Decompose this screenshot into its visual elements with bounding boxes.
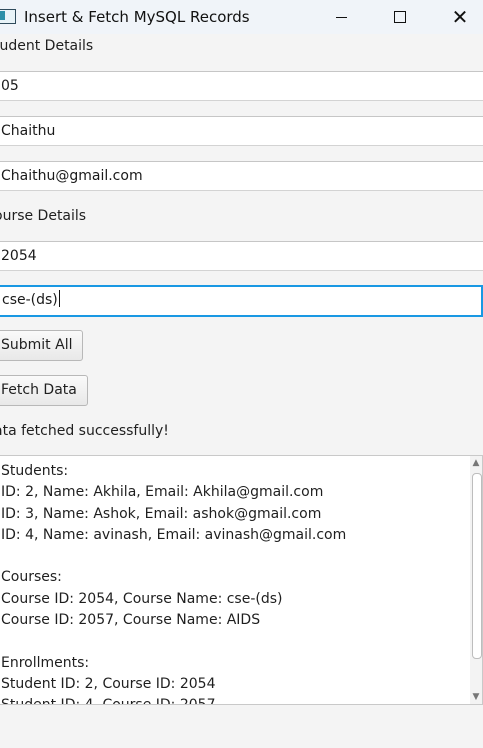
close-icon: ✕ <box>451 5 469 29</box>
app-icon <box>0 9 16 24</box>
minimize-icon <box>335 16 347 18</box>
course-details-label: ourse Details <box>0 208 87 224</box>
student-email-field[interactable]: Chaithu@gmail.com <box>0 161 483 191</box>
maximize-button[interactable] <box>377 0 423 34</box>
window-bottom-space <box>0 705 483 748</box>
scroll-up-icon[interactable]: ▲ <box>472 459 480 468</box>
fetch-data-button[interactable]: Fetch Data <box>0 375 88 406</box>
maximize-icon <box>394 11 406 23</box>
course-name-value: cse-(ds) <box>2 292 58 308</box>
close-button[interactable]: ✕ <box>437 0 483 34</box>
records-output: Students: ID: 2, Name: Akhila, Email: Ak… <box>1 463 347 704</box>
student-id-field[interactable]: 05 <box>0 71 483 101</box>
student-details-label: tudent Details <box>0 38 94 54</box>
vertical-scrollbar[interactable]: ▲ ▼ <box>470 456 482 704</box>
student-name-field[interactable]: Chaithu <box>0 116 483 146</box>
course-name-field[interactable]: cse-(ds) <box>0 285 483 317</box>
title-bar: Insert & Fetch MySQL Records ✕ <box>0 0 483 34</box>
records-text-area[interactable]: Students: ID: 2, Name: Akhila, Email: Ak… <box>0 455 483 705</box>
submit-all-button[interactable]: Submit All <box>0 330 84 361</box>
text-caret <box>58 290 60 307</box>
course-id-field[interactable]: 2054 <box>0 241 483 271</box>
status-message: ata fetched successfully! <box>0 423 169 439</box>
minimize-button[interactable] <box>318 0 364 34</box>
scroll-thumb[interactable] <box>472 473 482 659</box>
scroll-down-icon[interactable]: ▼ <box>472 693 480 702</box>
window-title: Insert & Fetch MySQL Records <box>24 8 250 26</box>
